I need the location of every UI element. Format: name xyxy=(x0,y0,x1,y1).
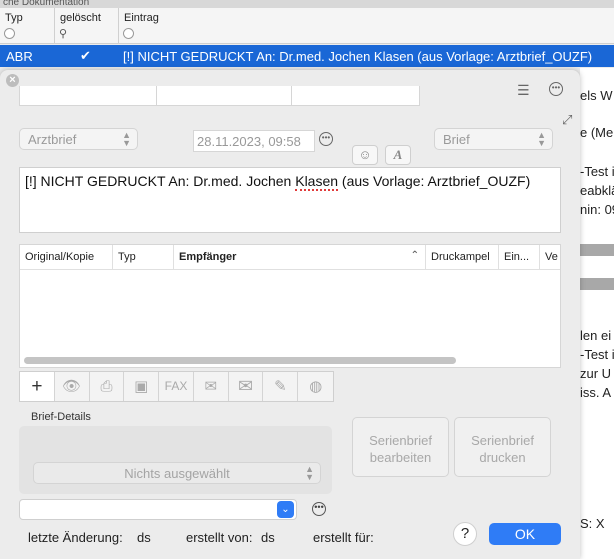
filter-radio[interactable] xyxy=(123,28,134,39)
created-by-label: erstellt von: xyxy=(186,530,253,545)
updown-arrows-icon: ▲ ▼ xyxy=(122,130,131,148)
doc-type-select[interactable]: Arztbrief ▲ ▼ xyxy=(19,128,138,150)
pencil-icon[interactable]: ✎ xyxy=(263,372,299,401)
updown-arrows-icon: ▲ ▼ xyxy=(305,464,314,482)
more-icon[interactable]: ••• xyxy=(549,82,563,96)
column-header-empfaenger[interactable]: Empfänger ⌃ xyxy=(173,245,425,269)
row-typ: ABR xyxy=(6,49,33,64)
close-icon[interactable]: × xyxy=(6,74,19,87)
combo-field[interactable]: ⌄ xyxy=(19,499,297,520)
last-change-label: letzte Änderung: xyxy=(28,530,123,545)
brief-details-group: Nichts ausgewählt ▲ ▼ xyxy=(19,426,332,494)
sort-ascending-icon: ⌃ xyxy=(410,250,419,261)
search-icon[interactable]: ⚲ xyxy=(59,27,67,40)
last-change-value: ds xyxy=(137,530,151,545)
column-header-typ[interactable]: Typ xyxy=(0,8,54,44)
save-icon[interactable]: ▣ xyxy=(124,372,160,401)
brief-details-label: Brief-Details xyxy=(31,411,91,423)
column-header-typ[interactable]: Typ xyxy=(112,245,173,269)
created-for-label: erstellt für: xyxy=(313,530,374,545)
divider-bar xyxy=(580,278,614,290)
mail-icon[interactable]: ✉ xyxy=(194,372,229,401)
more-icon[interactable]: ••• xyxy=(312,502,326,516)
list-icon[interactable]: ☰ xyxy=(517,82,530,99)
divider-bar xyxy=(580,244,614,256)
eye-icon[interactable]: 👁 xyxy=(55,372,90,401)
table-row-selected[interactable]: ABR ✔ [!] NICHT GEDRUCKT An: Dr.med. Joc… xyxy=(0,45,614,67)
checkmark-icon[interactable]: ✔ xyxy=(78,48,93,63)
letter-dialog: × ☰ ••• ⤢ Arztbrief ▲ ▼ 28.11.2023, 09:58… xyxy=(0,70,580,559)
recipient-toolbar: + 👁 ⎙ ▣ FAX ✉ ✉ ✎ ◍ xyxy=(19,371,334,402)
expand-icon[interactable]: ⤢ xyxy=(562,112,572,128)
serienbrief-bearbeiten-button[interactable]: Serienbrief bearbeiten xyxy=(352,417,449,477)
format-select[interactable]: Brief ▲ ▼ xyxy=(434,128,553,150)
background-window-title: che Dokumentation xyxy=(0,0,614,8)
datetime-field[interactable]: 28.11.2023, 09:58 xyxy=(193,130,315,152)
background-right-pane: els W e (Me -Test i eabklä nin: 09 len e… xyxy=(580,68,614,559)
filter-radio[interactable] xyxy=(4,28,15,39)
font-icon[interactable]: A xyxy=(385,145,411,165)
horizontal-scrollbar[interactable] xyxy=(24,357,456,364)
fax-button[interactable]: FAX xyxy=(159,372,194,401)
column-header-ve[interactable]: Ve xyxy=(539,245,560,269)
add-button[interactable]: + xyxy=(20,372,55,401)
row-eintrag: [!] NICHT GEDRUCKT An: Dr.med. Jochen Kl… xyxy=(123,49,593,64)
recipients-table[interactable]: Original/Kopie Typ Empfänger ⌃ Druckampe… xyxy=(19,244,561,368)
ok-button[interactable]: OK xyxy=(489,523,561,545)
recipient-strip xyxy=(19,86,420,106)
subject-textarea[interactable]: [!] NICHT GEDRUCKT An: Dr.med. Jochen Kl… xyxy=(19,167,561,233)
smiley-icon[interactable]: ☺ xyxy=(352,145,378,165)
column-header-original-kopie[interactable]: Original/Kopie xyxy=(20,245,112,269)
help-button[interactable]: ? xyxy=(453,522,477,546)
column-header-eintrag[interactable]: Eintrag xyxy=(118,8,614,44)
mail-closed-icon[interactable]: ✉ xyxy=(229,372,264,401)
chevron-down-icon[interactable]: ⌄ xyxy=(277,501,294,518)
globe-print-icon[interactable]: ◍ xyxy=(298,372,333,401)
updown-arrows-icon: ▲ ▼ xyxy=(537,130,546,148)
serienbrief-drucken-button[interactable]: Serienbrief drucken xyxy=(454,417,551,477)
details-select[interactable]: Nichts ausgewählt ▲ ▼ xyxy=(33,462,321,484)
column-header-ein[interactable]: Ein... xyxy=(498,245,539,269)
column-header-druckampel[interactable]: Druckampel xyxy=(425,245,498,269)
column-header-geloescht[interactable]: gelöscht ⚲ xyxy=(54,8,118,44)
print-icon[interactable]: ⎙ xyxy=(90,372,125,401)
list-header: Typ gelöscht ⚲ Eintrag xyxy=(0,8,614,44)
more-icon[interactable]: ••• xyxy=(319,132,333,146)
created-by-value: ds xyxy=(261,530,275,545)
